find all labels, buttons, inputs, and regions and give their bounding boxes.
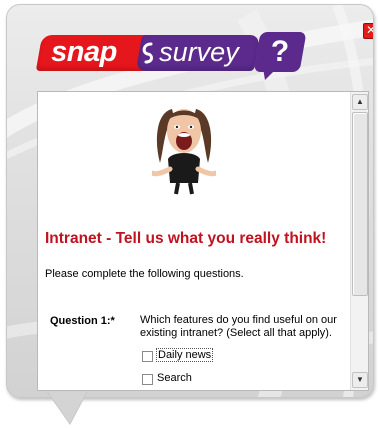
option-label[interactable]: Daily news	[156, 348, 214, 362]
speech-bubble-tail	[46, 392, 88, 425]
survey-intro: Please complete the following questions.	[45, 268, 244, 280]
survey-panel: Intranet - Tell us what you really think…	[37, 91, 369, 391]
scroll-thumb[interactable]	[352, 112, 368, 296]
screaming-woman-image	[152, 109, 216, 195]
arrow-up-icon[interactable]: ▲	[352, 94, 368, 110]
survey-title: Intranet - Tell us what you really think…	[45, 230, 327, 247]
survey-content: Intranet - Tell us what you really think…	[38, 92, 350, 390]
option-label[interactable]: Search	[156, 372, 193, 384]
question-label: Question 1:*	[50, 315, 115, 327]
vertical-scrollbar[interactable]: ▲ ▼	[350, 92, 368, 390]
survey-popup: ✕ snap survey ?	[6, 4, 374, 398]
close-icon[interactable]: ✕	[363, 23, 373, 39]
logo-q-text: ?	[270, 35, 290, 68]
arrow-down-icon[interactable]: ▼	[352, 372, 368, 388]
logo-question-mark: ?	[253, 32, 307, 72]
checkbox-search[interactable]	[142, 374, 153, 385]
logo-hook-icon	[142, 42, 153, 64]
question-text: Which features do you find useful on our…	[140, 314, 337, 339]
checkbox-daily-news[interactable]	[142, 351, 153, 362]
logo-q-tail-icon	[263, 68, 277, 80]
